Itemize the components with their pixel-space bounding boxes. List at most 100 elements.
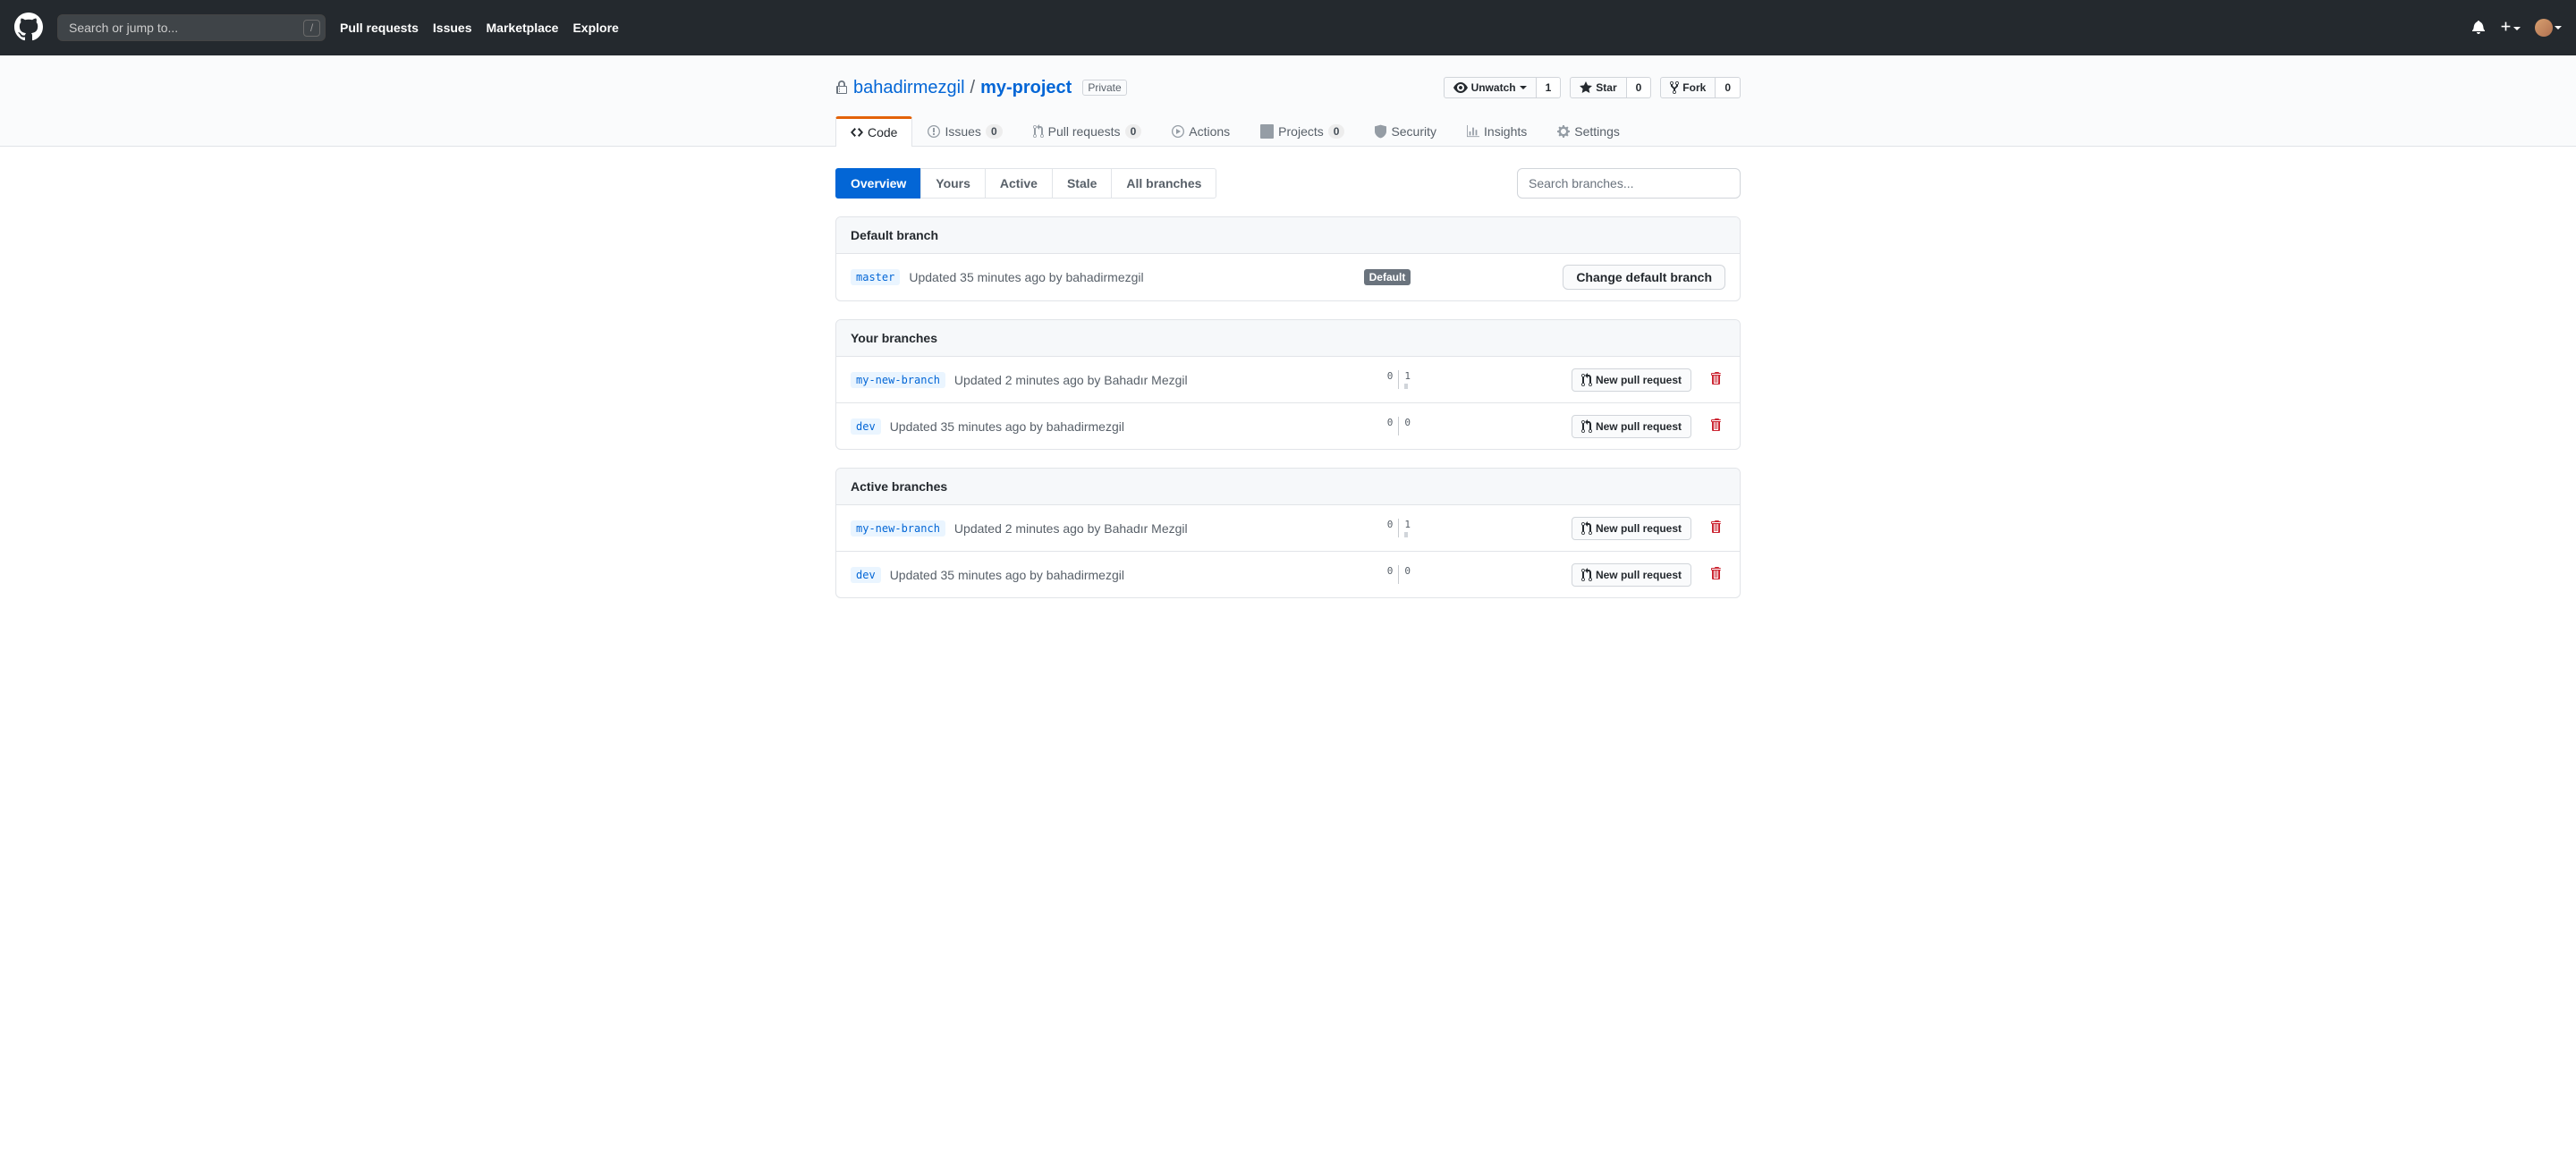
repo-tabs: Code Issues 0 Pull requests 0 Actions Pr… [835,116,1741,146]
nav-issues[interactable]: Issues [433,21,472,35]
change-default-branch-button[interactable]: Change default branch [1563,265,1725,290]
trash-icon [1711,418,1722,432]
watch-count[interactable]: 1 [1537,77,1562,98]
header-right [2471,19,2562,37]
ahead-count: 1 [1404,370,1411,382]
star-group: Star 0 [1570,77,1651,98]
project-icon [1260,124,1274,139]
slash-shortcut-badge: / [303,20,320,37]
tab-pull-requests[interactable]: Pull requests 0 [1018,116,1157,146]
delete-branch-button[interactable] [1707,562,1725,587]
branch-row: dev Updated 35 minutes ago by bahadirmezg… [836,552,1740,597]
tab-code-label: Code [868,125,897,139]
branch-name-link[interactable]: dev [851,418,881,435]
behind-count: 0 [1387,565,1394,577]
trash-icon [1711,520,1722,534]
ahead-behind-widget: 01 [1387,519,1411,537]
issue-icon [928,124,940,139]
new-pull-request-button[interactable]: New pull request [1572,517,1691,540]
pr-icon [1581,568,1592,582]
branch-row-master: master Updated 35 minutes ago by bahadir… [836,254,1740,300]
shield-icon [1375,124,1386,139]
repo-name-link[interactable]: my-project [980,78,1072,98]
tab-code[interactable]: Code [835,116,912,147]
fork-label: Fork [1682,81,1706,94]
branch-meta: Updated 35 minutes ago by bahadirmezgil [890,568,1124,582]
default-branch-box: Default branch master Updated 35 minutes… [835,216,1741,301]
tab-security-label: Security [1391,124,1436,139]
tab-insights-label: Insights [1484,124,1527,139]
star-count[interactable]: 0 [1627,77,1652,98]
tab-projects[interactable]: Projects 0 [1245,116,1360,146]
graph-icon [1467,124,1479,139]
nav-marketplace[interactable]: Marketplace [487,21,559,35]
watch-label: Unwatch [1471,81,1516,94]
delete-branch-button[interactable] [1707,368,1725,392]
new-pull-request-button[interactable]: New pull request [1572,368,1691,392]
nav-explore[interactable]: Explore [572,21,618,35]
nav-pull-requests[interactable]: Pull requests [340,21,419,35]
fork-count[interactable]: 0 [1716,77,1741,98]
tab-actions[interactable]: Actions [1157,116,1245,146]
user-avatar [2535,19,2553,37]
ahead-count: 0 [1404,417,1411,428]
create-new-dropdown[interactable] [2500,21,2521,35]
subnav-overview[interactable]: Overview [835,168,921,199]
notifications-button[interactable] [2471,20,2486,37]
trash-icon [1711,371,1722,385]
ahead-count: 1 [1404,519,1411,530]
star-label: Star [1596,81,1616,94]
repo-title: bahadirmezgil / my-project Private [835,78,1127,98]
primary-nav: Pull requests Issues Marketplace Explore [340,21,619,35]
new-pull-request-button[interactable]: New pull request [1572,415,1691,438]
branch-name-link[interactable]: master [851,269,900,285]
play-icon [1172,124,1184,139]
branch-meta: Updated 2 minutes ago by Bahadır Mezgil [954,373,1188,387]
star-button[interactable]: Star [1570,77,1626,98]
trash-icon [1711,566,1722,580]
tab-prs-label: Pull requests [1048,124,1121,139]
branch-name-link[interactable]: dev [851,567,881,583]
github-logo[interactable] [14,13,43,44]
tab-security[interactable]: Security [1360,116,1452,146]
branch-meta: Updated 2 minutes ago by Bahadır Mezgil [954,521,1188,536]
your-branches-box: Your branches my-new-branch Updated 2 min… [835,319,1741,450]
tab-actions-label: Actions [1189,124,1230,139]
code-icon [851,125,863,139]
ahead-behind-widget: 01 [1387,370,1411,389]
tab-settings[interactable]: Settings [1542,116,1635,146]
unwatch-button[interactable]: Unwatch [1444,77,1537,98]
prs-count-badge: 0 [1125,124,1142,139]
branch-name-link[interactable]: my-new-branch [851,372,945,388]
tab-insights[interactable]: Insights [1452,116,1542,146]
tab-settings-label: Settings [1574,124,1620,139]
subnav-yours[interactable]: Yours [920,168,986,199]
search-wrap: / [57,14,326,41]
your-branches-header: Your branches [836,320,1740,357]
default-badge: Default [1364,269,1411,285]
new-pull-request-button[interactable]: New pull request [1572,563,1691,587]
pr-icon [1581,373,1592,387]
repo-owner-link[interactable]: bahadirmezgil [853,78,965,98]
delete-branch-button[interactable] [1707,414,1725,438]
user-menu-dropdown[interactable] [2535,19,2562,37]
subnav-all[interactable]: All branches [1111,168,1216,199]
bell-icon [2471,20,2486,34]
watch-group: Unwatch 1 [1444,77,1562,98]
default-branch-header: Default branch [836,217,1740,254]
active-branches-box: Active branches my-new-branchUpdated 2 m… [835,468,1741,598]
delete-branch-button[interactable] [1707,516,1725,540]
ahead-count: 0 [1404,565,1411,577]
ahead-behind-widget: 00 [1387,565,1411,584]
global-search-input[interactable] [57,14,326,41]
branch-subnav: Overview Yours Active Stale All branches [835,168,1741,199]
eye-icon [1453,80,1468,95]
branch-meta: Updated 35 minutes ago by bahadirmezgil [890,419,1124,434]
tab-issues[interactable]: Issues 0 [912,116,1017,146]
subnav-active[interactable]: Active [985,168,1053,199]
gear-icon [1557,124,1570,139]
branch-search-input[interactable] [1517,168,1741,199]
branch-name-link[interactable]: my-new-branch [851,520,945,537]
fork-button[interactable]: Fork [1660,77,1716,98]
subnav-stale[interactable]: Stale [1052,168,1112,199]
